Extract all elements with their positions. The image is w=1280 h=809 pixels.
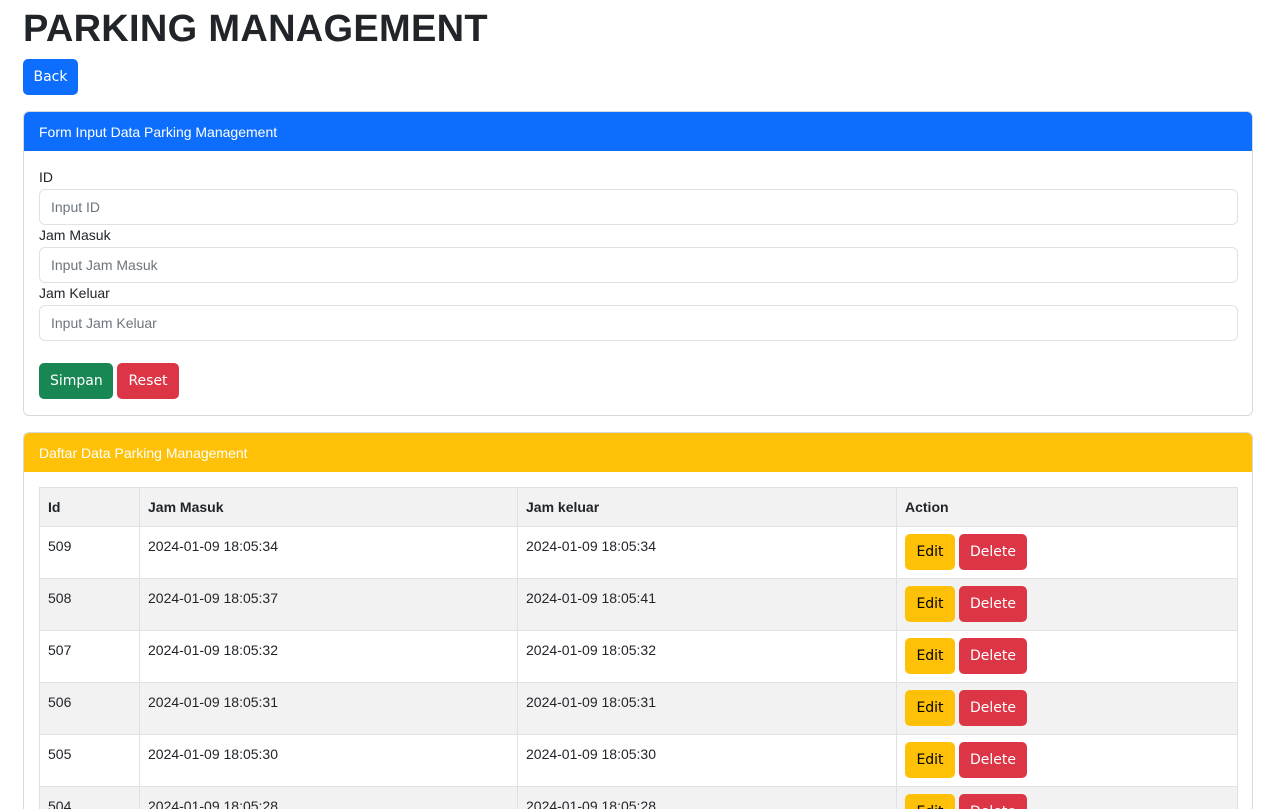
back-button[interactable]: Back: [23, 59, 78, 95]
form-card: Form Input Data Parking Management ID Ja…: [23, 111, 1253, 416]
delete-button[interactable]: Delete: [959, 742, 1027, 778]
cell-id: 509: [39, 526, 140, 579]
cell-action: Edit Delete: [896, 786, 1238, 809]
cell-jam-masuk: 2024-01-09 18:05:32: [139, 630, 518, 683]
cell-action: EditDelete: [896, 630, 1238, 683]
list-card: Daftar Data Parking Management Id Jam Ma…: [23, 432, 1253, 809]
cell-jam-keluar: 2024-01-09 18:05:32: [517, 630, 897, 683]
delete-button[interactable]: Delete: [959, 794, 1027, 809]
parking-table: Id Jam Masuk Jam keluar Action 509 2024-0…: [39, 487, 1238, 809]
cell-jam-keluar: 2024-01-09 18:05:30: [517, 734, 897, 787]
delete-button[interactable]: Delete: [959, 638, 1027, 674]
cell-jam-keluar: 2024-01-09 18:05:34: [517, 526, 897, 579]
table-row: 506 2024-01-09 18:05:31 2024-01-09 18:05:3…: [39, 682, 1238, 735]
cell-jam-masuk: 2024-01-09 18:05:37: [139, 578, 518, 631]
col-header-action: Action: [896, 487, 1238, 527]
form-actions: Simpan Reset: [39, 363, 1237, 399]
edit-button[interactable]: Edit: [905, 638, 955, 674]
cell-jam-masuk: 2024-01-09 18:05:30: [139, 734, 518, 787]
delete-button[interactable]: Delete: [959, 534, 1027, 570]
cell-id: 508: [39, 578, 140, 631]
reset-button[interactable]: Reset: [117, 363, 179, 399]
save-button[interactable]: Simpan: [39, 363, 113, 399]
cell-jam-keluar: 2024-01-09 18:05:41: [517, 578, 897, 631]
cell-action: EditDelete: [896, 526, 1238, 579]
col-header-jam-masuk: Jam Masuk: [139, 487, 518, 527]
cell-id: 505: [39, 734, 140, 787]
cell-jam-masuk: 2024-01-09 18:05:28: [139, 786, 518, 809]
id-input[interactable]: [39, 189, 1238, 225]
list-card-header: Daftar Data Parking Management: [24, 433, 1252, 472]
table-row: 509 2024-01-09 18:05:34 2024-01-09 18:05:3…: [39, 526, 1238, 579]
table-row: 507 2024-01-09 18:05:32 2024-01-09 18:05:3…: [39, 630, 1238, 683]
edit-button[interactable]: Edit: [905, 742, 955, 778]
table-row: 504 2024-01-09 18:05:28 2024-01-09 18:05:2…: [39, 786, 1238, 809]
cell-jam-masuk: 2024-01-09 18:05:34: [139, 526, 518, 579]
cell-jam-masuk: 2024-01-09 18:05:31: [139, 682, 518, 735]
cell-jam-keluar: 2024-01-09 18:05:28: [517, 786, 897, 809]
jam-keluar-input[interactable]: [39, 305, 1238, 341]
form-card-header: Form Input Data Parking Management: [24, 112, 1252, 151]
edit-button[interactable]: Edit: [905, 690, 955, 726]
table-row: 508 2024-01-09 18:05:37 2024-01-09 18:05:4…: [39, 578, 1238, 631]
col-header-jam-keluar: Jam keluar: [517, 487, 897, 527]
col-header-id: Id: [39, 487, 140, 527]
id-label: ID: [39, 169, 53, 185]
table-row: 505 2024-01-09 18:05:30 2024-01-09 18:05:3…: [39, 734, 1238, 787]
delete-button[interactable]: Delete: [959, 586, 1027, 622]
cell-id: 506: [39, 682, 140, 735]
edit-button[interactable]: Edit: [905, 794, 955, 809]
delete-button[interactable]: Delete: [959, 690, 1027, 726]
form-body: ID Jam Masuk Jam Keluar Simpan Reset: [24, 151, 1252, 399]
jam-masuk-label: Jam Masuk: [39, 227, 111, 243]
page: PARKING MANAGEMENT Back Form Input Data …: [0, 0, 1280, 809]
list-body: Id Jam Masuk Jam keluar Action 509 2024-0…: [24, 472, 1252, 809]
page-title: PARKING MANAGEMENT: [23, 8, 488, 50]
cell-action: EditDelete: [896, 734, 1238, 787]
table-header-row: Id Jam Masuk Jam keluar Action: [39, 487, 1238, 527]
cell-jam-keluar: 2024-01-09 18:05:31: [517, 682, 897, 735]
cell-id: 504: [39, 786, 140, 809]
cell-id: 507: [39, 630, 140, 683]
edit-button[interactable]: Edit: [905, 534, 955, 570]
cell-action: EditDelete: [896, 682, 1238, 735]
jam-keluar-label: Jam Keluar: [39, 285, 110, 301]
cell-action: EditDelete: [896, 578, 1238, 631]
edit-button[interactable]: Edit: [905, 586, 955, 622]
jam-masuk-input[interactable]: [39, 247, 1238, 283]
